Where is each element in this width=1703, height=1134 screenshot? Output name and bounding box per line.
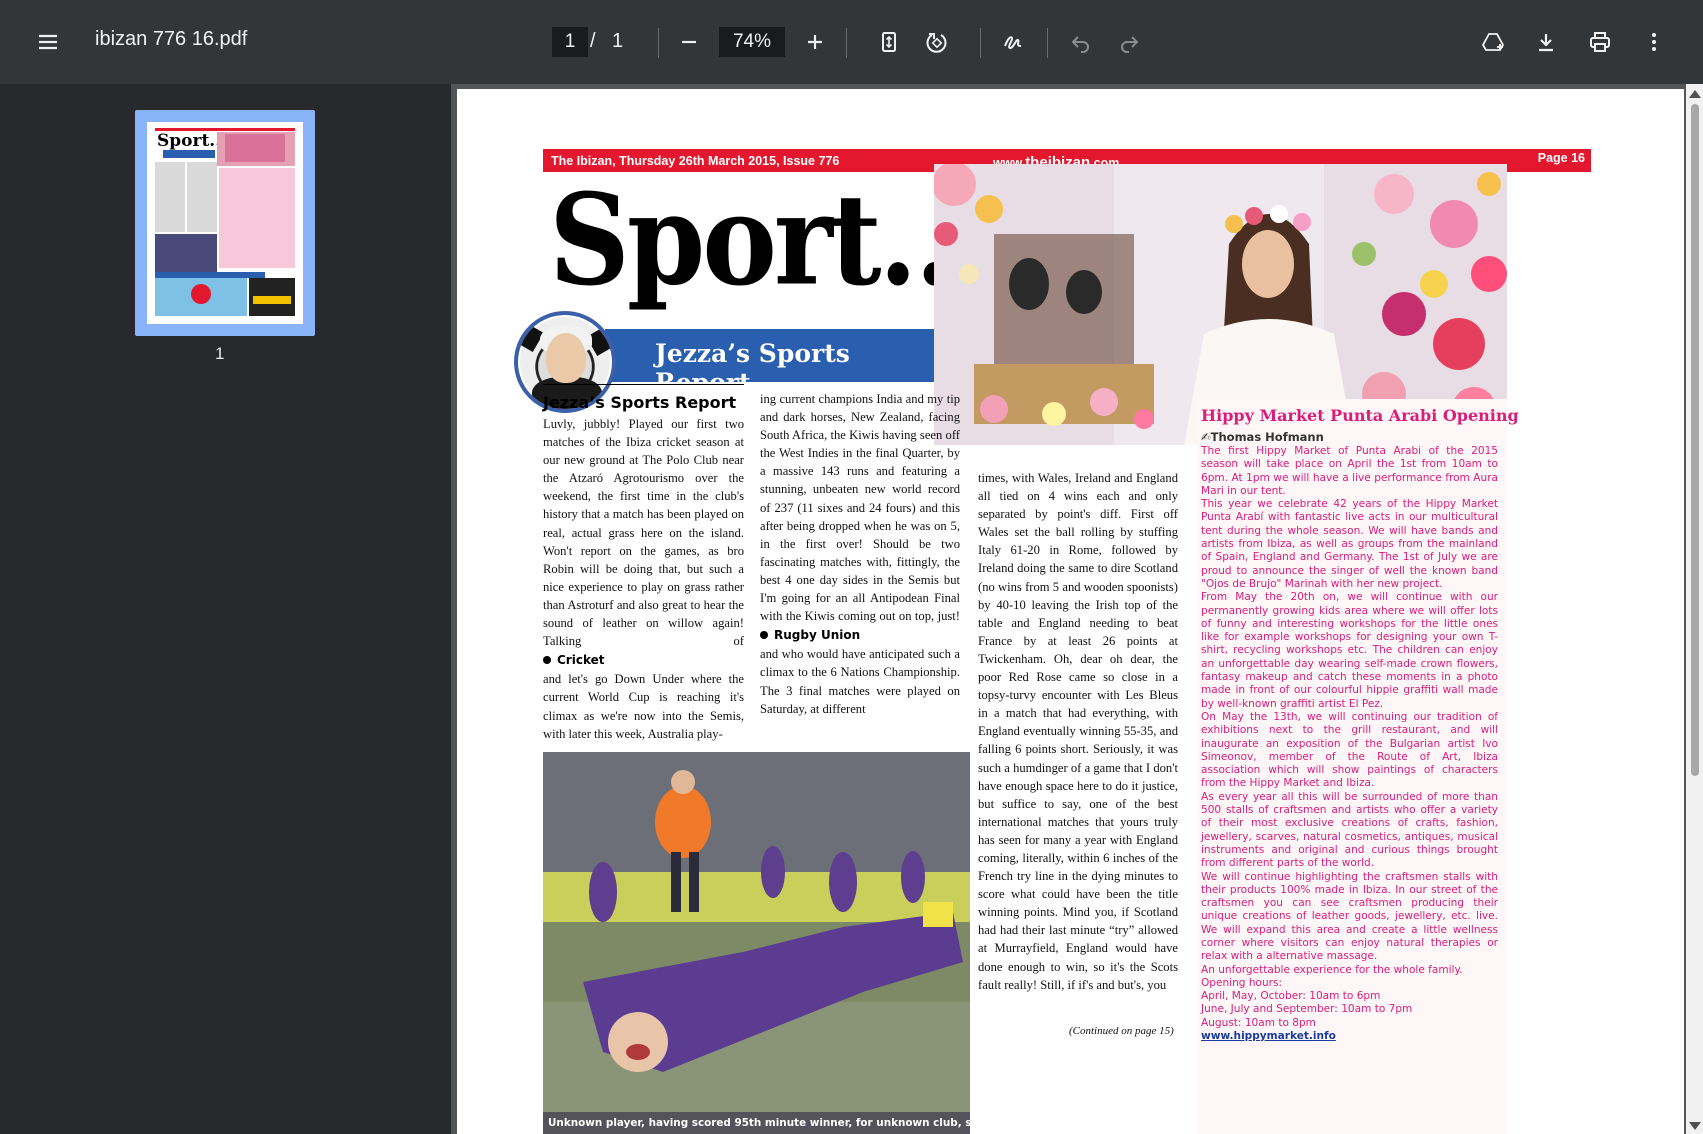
redo-icon[interactable] — [1109, 22, 1149, 62]
bullet-icon — [760, 631, 768, 640]
subhead-cricket: Cricket — [543, 651, 744, 669]
zoom-in-icon[interactable] — [795, 22, 835, 62]
page-separator: / — [590, 30, 596, 52]
masthead-page: Page 16 — [1537, 151, 1585, 165]
document-title: ibizan 776 16.pdf — [95, 28, 248, 50]
menu-icon[interactable] — [28, 22, 68, 62]
opening-hours-label: Opening hours: — [1201, 976, 1283, 989]
scrollbar-thumb[interactable] — [1691, 104, 1699, 776]
page-thumbnail[interactable]: Sport.. — [135, 110, 315, 336]
page-total: 1 — [612, 30, 624, 52]
photo-caption: Unknown player, having scored 95th minut… — [543, 1112, 970, 1134]
report-banner: Jezza’s Sports Report ... — [605, 329, 935, 397]
hippy-body: The first Hippy Market of Punta Arabi of… — [1201, 445, 1498, 1043]
col2-paragraph-1: ing current champions India and my tip a… — [760, 392, 960, 624]
article-column-1: Luvly, jubbly! Played our first two matc… — [543, 415, 744, 743]
fit-page-icon[interactable] — [869, 22, 909, 62]
toolbar-divider — [980, 28, 981, 58]
download-icon[interactable] — [1526, 22, 1566, 62]
pdf-toolbar: ibizan 776 16.pdf 1 / 1 74% — [0, 0, 1703, 84]
col1-paragraph-2: and let's go Down Under where the curren… — [543, 672, 744, 741]
pdf-viewer: The Ibizan, Thursday 26th March 2015, Is… — [451, 84, 1703, 1134]
undo-icon[interactable] — [1061, 22, 1101, 62]
article-column-2: ing current champions India and my tip a… — [760, 390, 960, 718]
section-title: Sport.. — [549, 167, 954, 314]
col3-paragraph-1: times, with Wales, Ireland and England a… — [978, 471, 1178, 992]
toolbar-divider — [658, 28, 659, 58]
annotate-icon[interactable] — [993, 22, 1033, 62]
print-icon[interactable] — [1580, 22, 1620, 62]
thumbnail-preview: Sport.. — [147, 122, 303, 324]
zoom-input[interactable]: 74% — [719, 27, 785, 57]
hippy-paragraph: On May the 13th, we will continuing our … — [1201, 710, 1498, 790]
toolbar-divider — [1047, 28, 1048, 58]
drive-icon[interactable] — [1473, 22, 1513, 62]
rotate-icon[interactable] — [917, 22, 957, 62]
more-icon[interactable] — [1634, 22, 1674, 62]
opening-hours-line: August: 10am to 8pm — [1201, 1016, 1316, 1029]
hippy-paragraph: An unforgettable experience for the whol… — [1201, 963, 1463, 976]
col2-paragraph-2: and who would have anticipated such a cl… — [760, 647, 960, 716]
hippy-paragraph: We will continue highlighting the crafts… — [1201, 870, 1498, 963]
opening-hours-line: April, May, October: 10am to 6pm — [1201, 990, 1381, 1003]
pdf-page: The Ibizan, Thursday 26th March 2015, Is… — [457, 89, 1684, 1134]
zoom-out-icon[interactable] — [669, 22, 709, 62]
article-column-3: times, with Wales, Ireland and England a… — [978, 469, 1178, 994]
article-heading: Jezza’s Sports Report — [543, 384, 744, 412]
subhead-rugby: Rugby Union — [760, 626, 960, 644]
hippy-paragraph: The first Hippy Market of Punta Arabi of… — [1201, 445, 1498, 497]
hippy-website-link[interactable]: www.hippymarket.info — [1201, 1030, 1336, 1042]
scroll-down-arrow-icon[interactable] — [1689, 1122, 1701, 1130]
masthead-date: The Ibizan, Thursday 26th March 2015, Is… — [551, 154, 840, 168]
hippy-author: ✍Thomas Hofmann — [1201, 430, 1324, 444]
toolbar-divider — [846, 28, 847, 58]
thumbnail-sidebar: Sport.. 1 — [0, 84, 451, 1134]
rugby-photo-image — [543, 752, 970, 1134]
col1-paragraph-1: Luvly, jubbly! Played our first two matc… — [543, 417, 744, 649]
scroll-up-arrow-icon[interactable] — [1689, 90, 1701, 98]
thumbnail-page-number: 1 — [215, 344, 225, 363]
hippy-paragraph: This year we celebrate 42 years of the H… — [1201, 498, 1498, 590]
hippy-paragraph: From May the 20th on, we will continue w… — [1201, 591, 1498, 710]
hippy-title: Hippy Market Punta Arabi Opening — [1201, 406, 1519, 425]
thumbnail-image: Sport.. — [147, 122, 303, 324]
svg-text:Sport..: Sport.. — [157, 131, 221, 151]
opening-hours-line: June, July and September: 10am to 7pm — [1201, 1003, 1413, 1016]
rugby-photo: Unknown player, having scored 95th minut… — [543, 752, 970, 1134]
viewer-scrollbar[interactable] — [1686, 84, 1703, 1134]
pen-icon: ✍ — [1201, 430, 1211, 444]
bullet-icon — [543, 656, 551, 665]
continued-note: (Continued on page 15) — [1069, 1025, 1174, 1037]
page-number-input[interactable]: 1 — [552, 27, 588, 57]
hippy-paragraph: As every year all this will be surrounde… — [1201, 790, 1498, 870]
